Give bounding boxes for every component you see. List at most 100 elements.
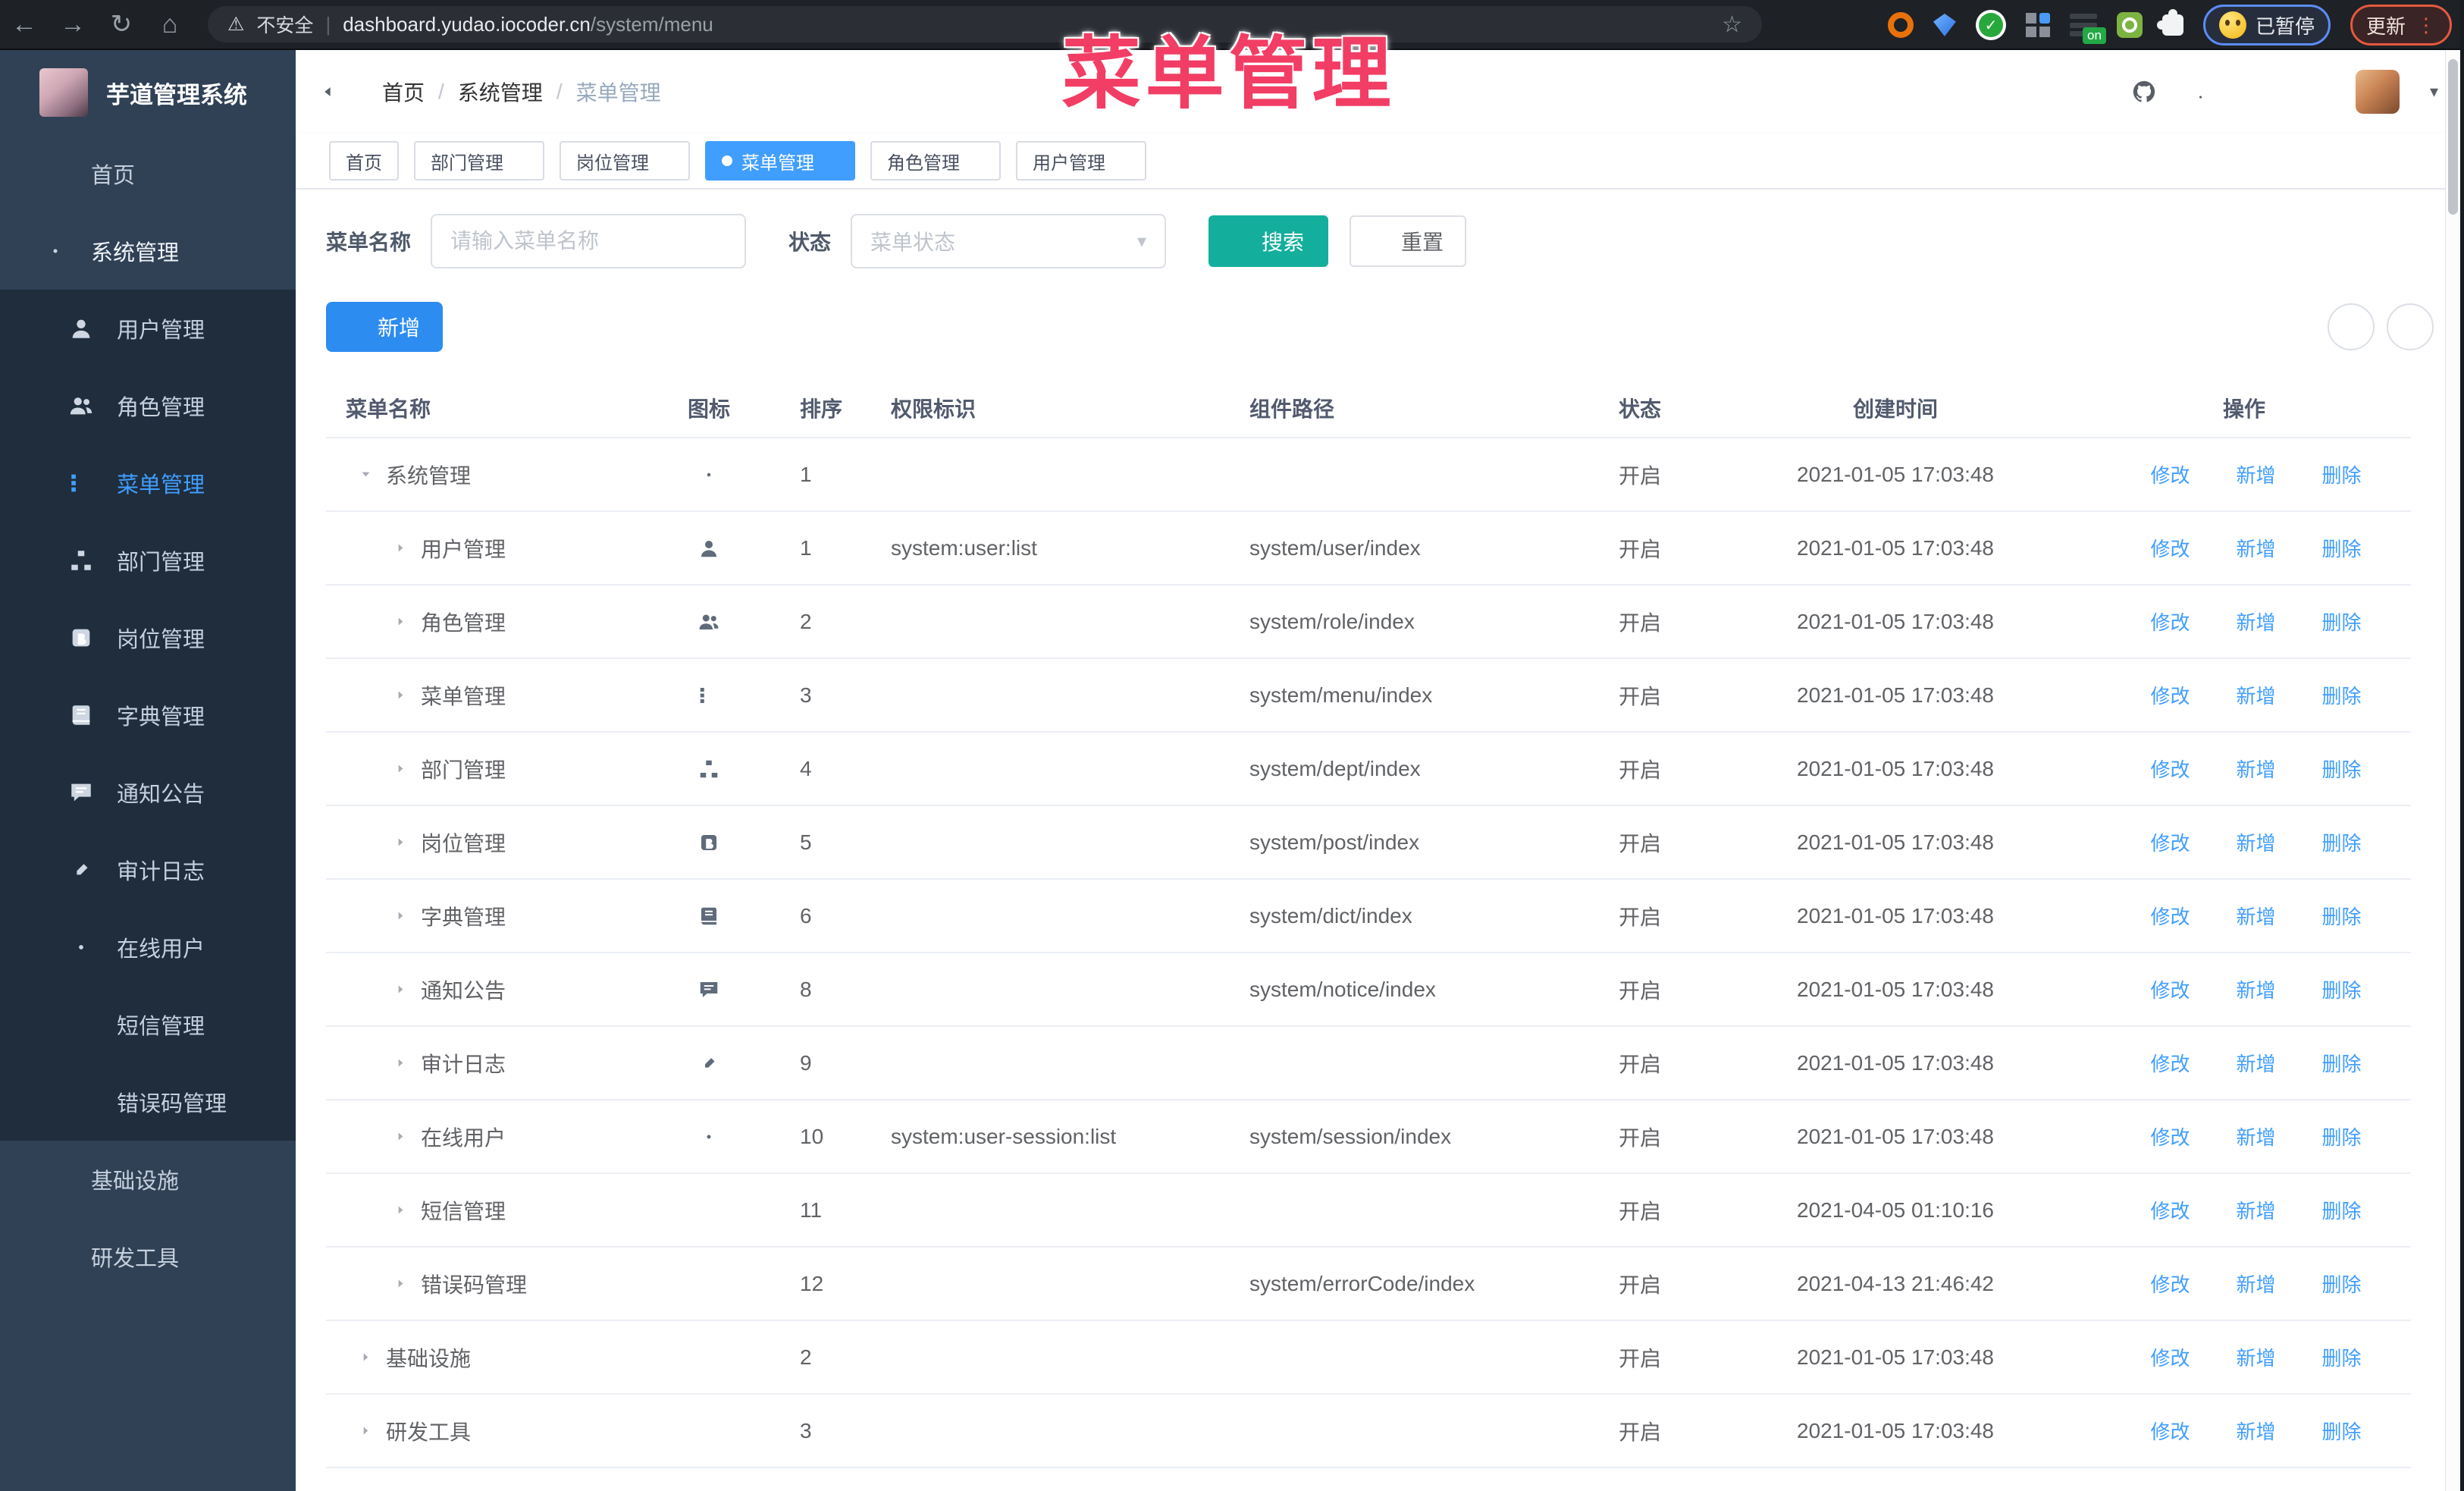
close-icon[interactable]: [658, 153, 673, 168]
sidebar-item-post[interactable]: 岗位管理: [0, 599, 296, 676]
browser-menu-icon[interactable]: ⋮: [2416, 15, 2436, 35]
add-link[interactable]: 新增: [2212, 828, 2276, 856]
close-icon[interactable]: [513, 153, 528, 168]
edit-link[interactable]: 修改: [2127, 975, 2190, 1003]
add-button[interactable]: 新增: [326, 302, 444, 352]
sidebar-item-infra[interactable]: 基础设施: [0, 1141, 296, 1218]
breadcrumb-home[interactable]: 首页: [382, 77, 425, 107]
tree-caret-right-icon[interactable]: [394, 1277, 407, 1290]
sidebar-item-notice[interactable]: 通知公告: [0, 754, 296, 831]
edit-link[interactable]: 修改: [2127, 755, 2190, 783]
tree-caret-right-icon[interactable]: [394, 615, 407, 628]
github-icon[interactable]: [2131, 79, 2157, 105]
add-link[interactable]: 新增: [2212, 1049, 2276, 1077]
breadcrumb-section[interactable]: 系统管理: [458, 77, 543, 107]
tree-caret-right-icon[interactable]: [394, 836, 407, 849]
sidebar-item-audit-log[interactable]: 审计日志: [0, 831, 296, 909]
add-link[interactable]: 新增: [2212, 902, 2276, 930]
extension-magnifier-icon[interactable]: [2116, 12, 2143, 38]
sidebar-item-system[interactable]: 系统管理: [0, 212, 296, 290]
extension-check-icon[interactable]: ✓: [1975, 10, 2006, 40]
delete-link[interactable]: 删除: [2299, 681, 2362, 709]
user-avatar[interactable]: [2355, 70, 2400, 114]
show-search-button[interactable]: [2328, 303, 2375, 350]
delete-link[interactable]: 删除: [2299, 828, 2362, 856]
reset-button[interactable]: 重置: [1350, 215, 1467, 267]
delete-link[interactable]: 删除: [2299, 460, 2362, 488]
add-link[interactable]: 新增: [2212, 607, 2276, 636]
tree-caret-right-icon[interactable]: [394, 541, 407, 554]
tag-tab-menu[interactable]: 菜单管理: [705, 141, 855, 180]
delete-link[interactable]: 删除: [2299, 1196, 2362, 1224]
delete-link[interactable]: 删除: [2299, 607, 2362, 636]
search-icon[interactable]: [2075, 79, 2101, 105]
bookmark-star-icon[interactable]: ☆: [1722, 11, 1742, 38]
close-icon[interactable]: [969, 153, 984, 168]
add-link[interactable]: 新增: [2212, 1417, 2276, 1445]
extension-grid-icon[interactable]: [2025, 13, 2050, 37]
add-link[interactable]: 新增: [2212, 534, 2276, 562]
sidebar-item-dict[interactable]: 字典管理: [0, 676, 296, 754]
tree-caret-right-icon[interactable]: [394, 762, 407, 775]
tree-caret-right-icon[interactable]: [394, 909, 407, 922]
paused-extension-pill[interactable]: 已暂停: [2202, 5, 2331, 46]
tag-tab-user[interactable]: 用户管理: [1016, 141, 1146, 180]
tag-tab-dept[interactable]: 部门管理: [414, 141, 544, 180]
sidebar-item-dept[interactable]: 部门管理: [0, 522, 296, 599]
delete-link[interactable]: 删除: [2299, 1049, 2362, 1077]
edit-link[interactable]: 修改: [2127, 1196, 2190, 1224]
delete-link[interactable]: 删除: [2299, 1270, 2362, 1298]
security-label[interactable]: 不安全: [256, 11, 313, 38]
add-link[interactable]: 新增: [2212, 975, 2276, 1003]
sidebar-item-online-user[interactable]: 在线用户: [0, 909, 296, 986]
add-link[interactable]: 新增: [2212, 755, 2276, 783]
address-bar[interactable]: ⚠ 不安全 | dashboard.yudao.iocoder.cn/syste…: [208, 6, 1762, 42]
browser-back-icon[interactable]: ←: [0, 10, 49, 39]
avatar-caret-icon[interactable]: ▾: [2430, 82, 2438, 102]
edit-link[interactable]: 修改: [2127, 1417, 2190, 1445]
extension-on-icon[interactable]: on: [2069, 14, 2106, 44]
edit-link[interactable]: 修改: [2127, 1270, 2190, 1298]
browser-home-icon[interactable]: ⌂: [146, 10, 194, 39]
sidebar-item-error-code[interactable]: 错误码管理: [0, 1063, 296, 1141]
delete-link[interactable]: 删除: [2299, 1417, 2362, 1445]
app-logo[interactable]: 芋道管理系统: [0, 50, 296, 135]
sidebar-fold-icon[interactable]: [321, 77, 352, 107]
fullscreen-icon[interactable]: [2243, 79, 2269, 105]
extension-gem-icon[interactable]: [1933, 14, 1956, 36]
tree-caret-right-icon[interactable]: [394, 1204, 407, 1216]
edit-link[interactable]: 修改: [2127, 1049, 2190, 1077]
add-link[interactable]: 新增: [2212, 460, 2276, 488]
sidebar-item-home[interactable]: 首页: [0, 135, 296, 212]
browser-forward-icon[interactable]: →: [49, 10, 97, 39]
edit-link[interactable]: 修改: [2127, 681, 2190, 709]
tag-tab-home[interactable]: 首页: [329, 141, 399, 180]
sidebar-item-menu[interactable]: 菜单管理: [0, 444, 296, 522]
help-icon[interactable]: [2187, 79, 2213, 105]
search-button[interactable]: 搜索: [1208, 215, 1329, 267]
tree-caret-right-icon[interactable]: [359, 1424, 372, 1437]
tree-caret-right-icon[interactable]: [394, 983, 407, 996]
extensions-puzzle-icon[interactable]: [2156, 9, 2183, 36]
close-icon[interactable]: [1114, 153, 1130, 168]
edit-link[interactable]: 修改: [2127, 534, 2190, 562]
tag-tab-post[interactable]: 岗位管理: [560, 141, 690, 180]
page-scrollbar[interactable]: [2445, 50, 2460, 1491]
delete-link[interactable]: 删除: [2299, 755, 2362, 783]
sidebar-item-user[interactable]: 用户管理: [0, 290, 296, 367]
delete-link[interactable]: 删除: [2299, 975, 2362, 1003]
browser-reload-icon[interactable]: ↻: [97, 9, 146, 39]
tree-caret-right-icon[interactable]: [394, 1130, 407, 1143]
edit-link[interactable]: 修改: [2127, 607, 2190, 636]
edit-link[interactable]: 修改: [2127, 1343, 2190, 1371]
delete-link[interactable]: 删除: [2299, 1122, 2362, 1150]
delete-link[interactable]: 删除: [2299, 534, 2362, 562]
edit-link[interactable]: 修改: [2127, 1122, 2190, 1150]
menu-name-input[interactable]: [431, 214, 747, 268]
add-link[interactable]: 新增: [2212, 1270, 2276, 1298]
font-size-icon[interactable]: [2299, 79, 2325, 105]
extension-target-icon[interactable]: [1887, 12, 1914, 38]
edit-link[interactable]: 修改: [2127, 460, 2190, 488]
tree-caret-down-icon[interactable]: [359, 468, 372, 481]
edit-link[interactable]: 修改: [2127, 902, 2190, 930]
